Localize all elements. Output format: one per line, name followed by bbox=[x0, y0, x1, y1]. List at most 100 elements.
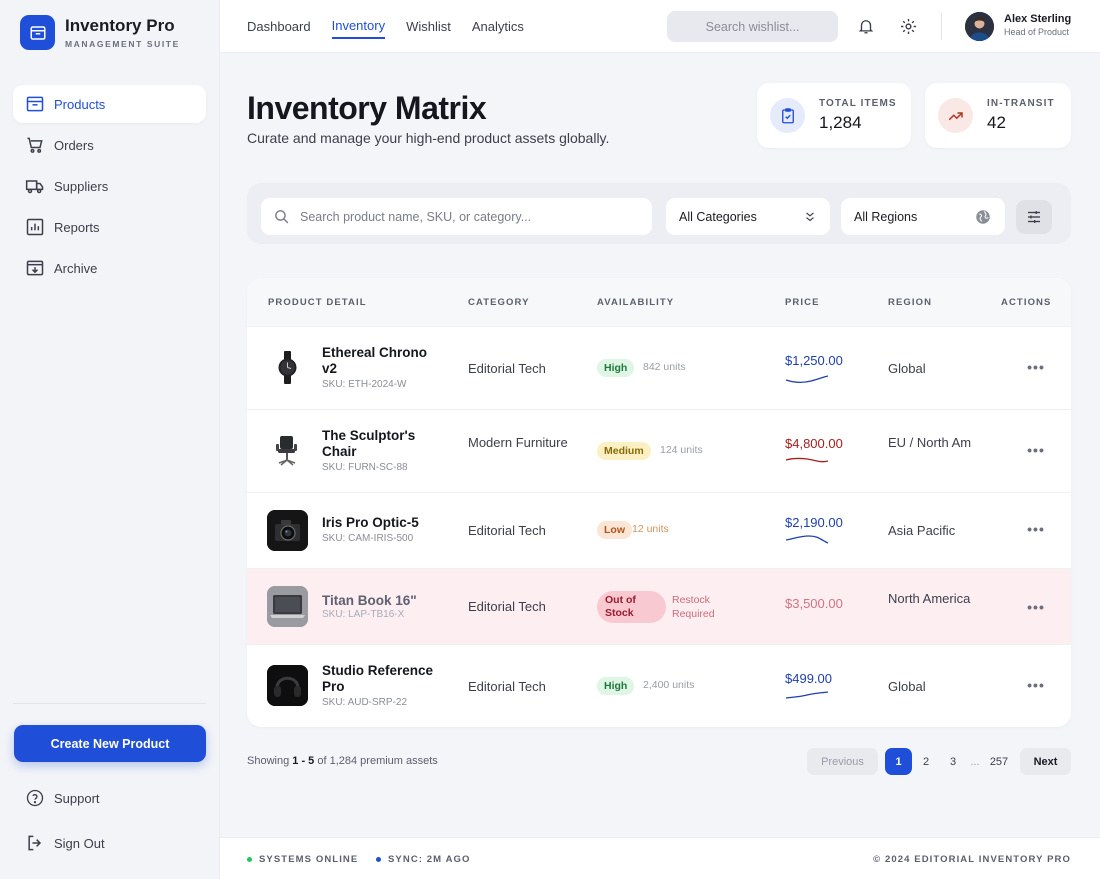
avatar[interactable] bbox=[965, 12, 994, 41]
archive-box-icon bbox=[26, 96, 44, 112]
more-actions-icon[interactable]: ••• bbox=[1026, 677, 1046, 693]
archive-down-icon bbox=[26, 260, 44, 276]
stat-card-in-transit: IN-TRANSIT 42 bbox=[925, 83, 1071, 148]
sidebar-item-reports[interactable]: Reports bbox=[13, 208, 206, 246]
sliders-icon bbox=[1028, 211, 1040, 223]
product-name[interactable]: Iris Pro Optic-5 bbox=[322, 515, 442, 531]
sidebar-item-suppliers[interactable]: Suppliers bbox=[13, 167, 206, 205]
table-row[interactable]: Iris Pro Optic-5 SKU: CAM-IRIS-500 Edito… bbox=[247, 492, 1071, 568]
table-row[interactable]: Studio Reference Pro SKU: AUD-SRP-22 Edi… bbox=[247, 644, 1071, 727]
product-name[interactable]: Studio Reference Pro bbox=[322, 663, 442, 695]
stock-units: 124 units bbox=[660, 444, 703, 456]
page-button-3[interactable]: 3 bbox=[940, 748, 966, 775]
wishlist-search-input[interactable] bbox=[667, 11, 838, 42]
status-dot bbox=[247, 857, 252, 862]
region-select-value: All Regions bbox=[854, 209, 918, 224]
stock-units: Restock Required bbox=[672, 594, 715, 620]
footer: SYSTEMS ONLINE SYNC: 2M AGO © 2024 EDITO… bbox=[220, 837, 1100, 879]
sync-dot bbox=[376, 857, 381, 862]
nav-inventory[interactable]: Inventory bbox=[331, 14, 386, 39]
brand: Inventory Pro MANAGEMENT SUITE bbox=[20, 15, 180, 50]
truck-icon bbox=[25, 180, 44, 194]
product-name[interactable]: Titan Book 16" bbox=[322, 593, 462, 609]
sidebar-item-label: Archive bbox=[54, 260, 98, 276]
showing-mid: of bbox=[314, 755, 330, 767]
clipboard-check-icon bbox=[770, 98, 805, 133]
product-thumbnail bbox=[267, 665, 308, 706]
product-category: Editorial Tech bbox=[468, 599, 546, 614]
product-region: Global bbox=[888, 679, 926, 694]
filter-settings-button[interactable] bbox=[1016, 200, 1052, 234]
product-price: $2,190.00 bbox=[785, 515, 843, 530]
page-button-2[interactable]: 2 bbox=[913, 748, 939, 775]
product-price: $499.00 bbox=[785, 671, 832, 686]
create-product-button[interactable]: Create New Product bbox=[14, 725, 206, 762]
help-circle-icon bbox=[26, 789, 44, 807]
product-price: $3,500.00 bbox=[785, 596, 843, 611]
column-header: REGION bbox=[888, 297, 933, 308]
product-name[interactable]: Ethereal Chrono v2 bbox=[322, 345, 442, 377]
product-name[interactable]: The Sculptor's Chair bbox=[322, 428, 442, 460]
trending-up-icon bbox=[938, 98, 973, 133]
sidebar-divider bbox=[13, 703, 206, 704]
bell-icon[interactable] bbox=[855, 15, 877, 37]
gear-icon[interactable] bbox=[897, 15, 919, 37]
more-actions-icon[interactable]: ••• bbox=[1026, 521, 1046, 537]
search-icon bbox=[275, 210, 289, 224]
page-button-last[interactable]: 257 bbox=[984, 748, 1014, 775]
chart-icon bbox=[26, 218, 44, 236]
region-select[interactable]: All Regions bbox=[841, 198, 1005, 235]
system-status: SYSTEMS ONLINE bbox=[247, 854, 358, 865]
product-region: Global bbox=[888, 361, 926, 376]
sidebar-item-archive[interactable]: Archive bbox=[13, 249, 206, 287]
sign-out-icon bbox=[28, 835, 42, 851]
brand-subtitle: MANAGEMENT SUITE bbox=[65, 39, 180, 49]
stock-units: 842 units bbox=[643, 361, 686, 373]
showing-count: Showing 1 - 5 of 1,284 premium assets bbox=[247, 755, 438, 767]
table-row[interactable]: Ethereal Chrono v2 SKU: ETH-2024-W Edito… bbox=[247, 326, 1071, 409]
sign-out-link[interactable]: Sign Out bbox=[13, 825, 206, 861]
product-search bbox=[261, 198, 652, 235]
sign-out-label: Sign Out bbox=[54, 835, 105, 851]
table-row[interactable]: The Sculptor's Chair SKU: FURN-SC-88 Mod… bbox=[247, 409, 1071, 492]
next-page-button[interactable]: Next bbox=[1020, 748, 1071, 775]
sidebar-item-label: Orders bbox=[54, 137, 94, 153]
nav-analytics[interactable]: Analytics bbox=[472, 15, 524, 38]
support-link[interactable]: Support bbox=[13, 780, 206, 816]
column-header: PRICE bbox=[785, 297, 820, 308]
user-name: Alex Sterling bbox=[1004, 13, 1072, 25]
sidebar-item-label: Products bbox=[54, 96, 106, 112]
product-sku: SKU: CAM-IRIS-500 bbox=[322, 533, 414, 544]
price-trend-sparkline bbox=[785, 375, 829, 384]
table-row[interactable]: Titan Book 16" SKU: LAP-TB16-X Editorial… bbox=[247, 568, 1071, 644]
showing-suffix: premium assets bbox=[357, 755, 438, 767]
globe-icon bbox=[976, 209, 990, 224]
previous-page-button[interactable]: Previous bbox=[807, 748, 878, 775]
nav-dashboard[interactable]: Dashboard bbox=[247, 15, 311, 38]
product-search-input[interactable] bbox=[300, 209, 630, 224]
stat-value: 1,284 bbox=[819, 113, 862, 132]
sidebar-item-orders[interactable]: Orders bbox=[13, 126, 206, 164]
stock-units: 12 units bbox=[632, 523, 669, 535]
category-select-value: All Categories bbox=[679, 209, 757, 224]
price-trend-sparkline bbox=[785, 691, 829, 699]
page-button-1[interactable]: 1 bbox=[885, 748, 912, 775]
product-region: Asia Pacific bbox=[888, 523, 956, 538]
sidebar-item-label: Reports bbox=[54, 219, 100, 235]
column-header: CATEGORY bbox=[468, 297, 530, 308]
page-title: Inventory Matrix bbox=[247, 90, 487, 126]
user-role: Head of Product bbox=[1004, 27, 1070, 37]
more-actions-icon[interactable]: ••• bbox=[1026, 442, 1046, 458]
more-actions-icon[interactable]: ••• bbox=[1026, 599, 1046, 615]
column-header: ACTIONS bbox=[1001, 297, 1052, 308]
showing-range: 1 - 5 bbox=[292, 755, 315, 767]
nav-wishlist[interactable]: Wishlist bbox=[406, 15, 451, 38]
product-sku: SKU: LAP-TB16-X bbox=[322, 609, 405, 620]
category-select[interactable]: All Categories bbox=[666, 198, 830, 235]
system-status-label: SYSTEMS ONLINE bbox=[259, 854, 359, 865]
top-nav: Dashboard Inventory Wishlist Analytics bbox=[247, 0, 545, 53]
stat-label: TOTAL ITEMS bbox=[819, 98, 897, 109]
more-actions-icon[interactable]: ••• bbox=[1026, 359, 1046, 375]
availability-badge: Medium bbox=[597, 442, 651, 460]
sidebar-item-products[interactable]: Products bbox=[13, 85, 206, 123]
